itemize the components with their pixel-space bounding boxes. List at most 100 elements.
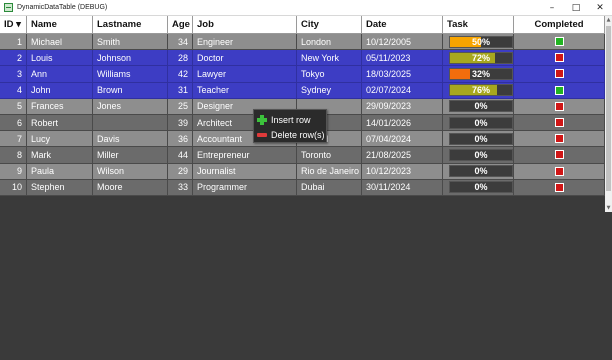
- cell-age[interactable]: 36: [168, 131, 193, 148]
- table-row[interactable]: 9 Paula Wilson 29 Journalist Rio de Janeiro 10…: [0, 163, 605, 180]
- table-row[interactable]: 8 Mark Miller 44 Entrepreneur Toronto 21/08/20…: [0, 147, 605, 164]
- table-row[interactable]: 4 John Brown 31 Teacher Sydney 02/07/2024 76%: [0, 82, 605, 99]
- column-header-job[interactable]: Job: [193, 16, 297, 34]
- completed-unchecked-icon[interactable]: [554, 53, 564, 63]
- cell-job[interactable]: Doctor: [193, 50, 297, 67]
- cell-job[interactable]: Entrepreneur: [193, 147, 297, 164]
- close-button[interactable]: ✕: [588, 0, 612, 16]
- table-row[interactable]: 2 Louis Johnson 28 Doctor New York 05/11/2023 7…: [0, 50, 605, 67]
- cell-lastname[interactable]: Johnson: [93, 50, 168, 67]
- cell-name[interactable]: Ann: [27, 66, 93, 83]
- cell-id[interactable]: 2: [0, 50, 27, 67]
- column-header-lastname[interactable]: Lastname: [93, 16, 168, 34]
- menu-item-insert-row[interactable]: Insert row: [254, 112, 326, 127]
- cell-lastname[interactable]: Smith: [93, 34, 168, 51]
- cell-age[interactable]: 29: [168, 163, 193, 180]
- completed-unchecked-icon[interactable]: [554, 101, 564, 111]
- completed-unchecked-icon[interactable]: [554, 118, 564, 128]
- cell-task[interactable]: 50%: [443, 34, 514, 51]
- cell-date[interactable]: 30/11/2024: [362, 179, 443, 196]
- minimize-button[interactable]: –: [540, 0, 564, 16]
- cell-date[interactable]: 07/04/2024: [362, 131, 443, 148]
- cell-age[interactable]: 44: [168, 147, 193, 164]
- cell-job[interactable]: Journalist: [193, 163, 297, 180]
- cell-completed[interactable]: [514, 34, 605, 51]
- scroll-up-icon[interactable]: ▲: [605, 16, 612, 24]
- scroll-down-icon[interactable]: ▼: [605, 204, 612, 212]
- cell-completed[interactable]: [514, 163, 605, 180]
- cell-date[interactable]: 29/09/2023: [362, 98, 443, 115]
- cell-city[interactable]: Tokyo: [297, 66, 362, 83]
- cell-id[interactable]: 7: [0, 131, 27, 148]
- cell-lastname[interactable]: Brown: [93, 82, 168, 99]
- cell-city[interactable]: Toronto: [297, 147, 362, 164]
- cell-id[interactable]: 6: [0, 114, 27, 132]
- column-header-completed[interactable]: Completed: [514, 16, 605, 34]
- cell-lastname[interactable]: Williams: [93, 66, 168, 83]
- cell-lastname[interactable]: Wilson: [93, 163, 168, 180]
- cell-name[interactable]: Paula: [27, 163, 93, 180]
- cell-id[interactable]: 3: [0, 66, 27, 83]
- completed-unchecked-icon[interactable]: [554, 69, 564, 79]
- cell-city[interactable]: Dubai: [297, 179, 362, 196]
- cell-date[interactable]: 14/01/2026: [362, 114, 443, 132]
- column-header-name[interactable]: Name: [27, 16, 93, 34]
- cell-task[interactable]: 0%: [443, 98, 514, 115]
- cell-task[interactable]: 0%: [443, 163, 514, 180]
- cell-city[interactable]: London: [297, 34, 362, 51]
- cell-completed[interactable]: [514, 82, 605, 99]
- completed-unchecked-icon[interactable]: [554, 166, 564, 176]
- cell-date[interactable]: 10/12/2023: [362, 163, 443, 180]
- cell-date[interactable]: 10/12/2005: [362, 34, 443, 51]
- cell-job[interactable]: Lawyer: [193, 66, 297, 83]
- cell-completed[interactable]: [514, 66, 605, 83]
- cell-completed[interactable]: [514, 131, 605, 148]
- cell-id[interactable]: 5: [0, 98, 27, 115]
- cell-lastname[interactable]: Miller: [93, 147, 168, 164]
- cell-task[interactable]: 0%: [443, 114, 514, 132]
- vertical-scrollbar[interactable]: ▲ ▼: [605, 16, 612, 212]
- completed-unchecked-icon[interactable]: [554, 150, 564, 160]
- cell-name[interactable]: Lucy: [27, 131, 93, 148]
- cell-task[interactable]: 32%: [443, 66, 514, 83]
- cell-id[interactable]: 1: [0, 34, 27, 51]
- cell-name[interactable]: Louis: [27, 50, 93, 67]
- cell-city[interactable]: New York: [297, 50, 362, 67]
- cell-lastname[interactable]: Davis: [93, 131, 168, 148]
- completed-unchecked-icon[interactable]: [554, 182, 564, 192]
- cell-name[interactable]: Robert: [27, 114, 93, 132]
- cell-completed[interactable]: [514, 179, 605, 196]
- cell-task[interactable]: 0%: [443, 147, 514, 164]
- cell-id[interactable]: 8: [0, 147, 27, 164]
- cell-age[interactable]: 31: [168, 82, 193, 99]
- cell-task[interactable]: 76%: [443, 82, 514, 99]
- cell-age[interactable]: 33: [168, 179, 193, 196]
- cell-lastname[interactable]: [93, 114, 168, 132]
- cell-name[interactable]: Michael: [27, 34, 93, 51]
- cell-completed[interactable]: [514, 50, 605, 67]
- cell-age[interactable]: 42: [168, 66, 193, 83]
- completed-checked-icon[interactable]: [554, 37, 564, 47]
- column-header-city[interactable]: City: [297, 16, 362, 34]
- cell-id[interactable]: 10: [0, 179, 27, 196]
- cell-date[interactable]: 18/03/2025: [362, 66, 443, 83]
- cell-completed[interactable]: [514, 98, 605, 115]
- column-header-id[interactable]: ID ▾: [0, 16, 27, 34]
- column-header-task[interactable]: Task: [443, 16, 514, 34]
- cell-id[interactable]: 9: [0, 163, 27, 180]
- scroll-thumb[interactable]: [606, 26, 611, 191]
- cell-date[interactable]: 21/08/2025: [362, 147, 443, 164]
- table-row[interactable]: 3 Ann Williams 42 Lawyer Tokyo 18/03/2025 32%: [0, 66, 605, 83]
- cell-date[interactable]: 05/11/2023: [362, 50, 443, 67]
- maximize-button[interactable]: □: [564, 0, 588, 16]
- cell-name[interactable]: Stephen: [27, 179, 93, 196]
- cell-name[interactable]: Mark: [27, 147, 93, 164]
- cell-job[interactable]: Engineer: [193, 34, 297, 51]
- cell-lastname[interactable]: Jones: [93, 98, 168, 115]
- cell-age[interactable]: 25: [168, 98, 193, 115]
- cell-age[interactable]: 28: [168, 50, 193, 67]
- table-row[interactable]: 1 Michael Smith 34 Engineer London 10/12/2005 5…: [0, 34, 605, 51]
- cell-lastname[interactable]: Moore: [93, 179, 168, 196]
- cell-city[interactable]: Sydney: [297, 82, 362, 99]
- cell-completed[interactable]: [514, 114, 605, 132]
